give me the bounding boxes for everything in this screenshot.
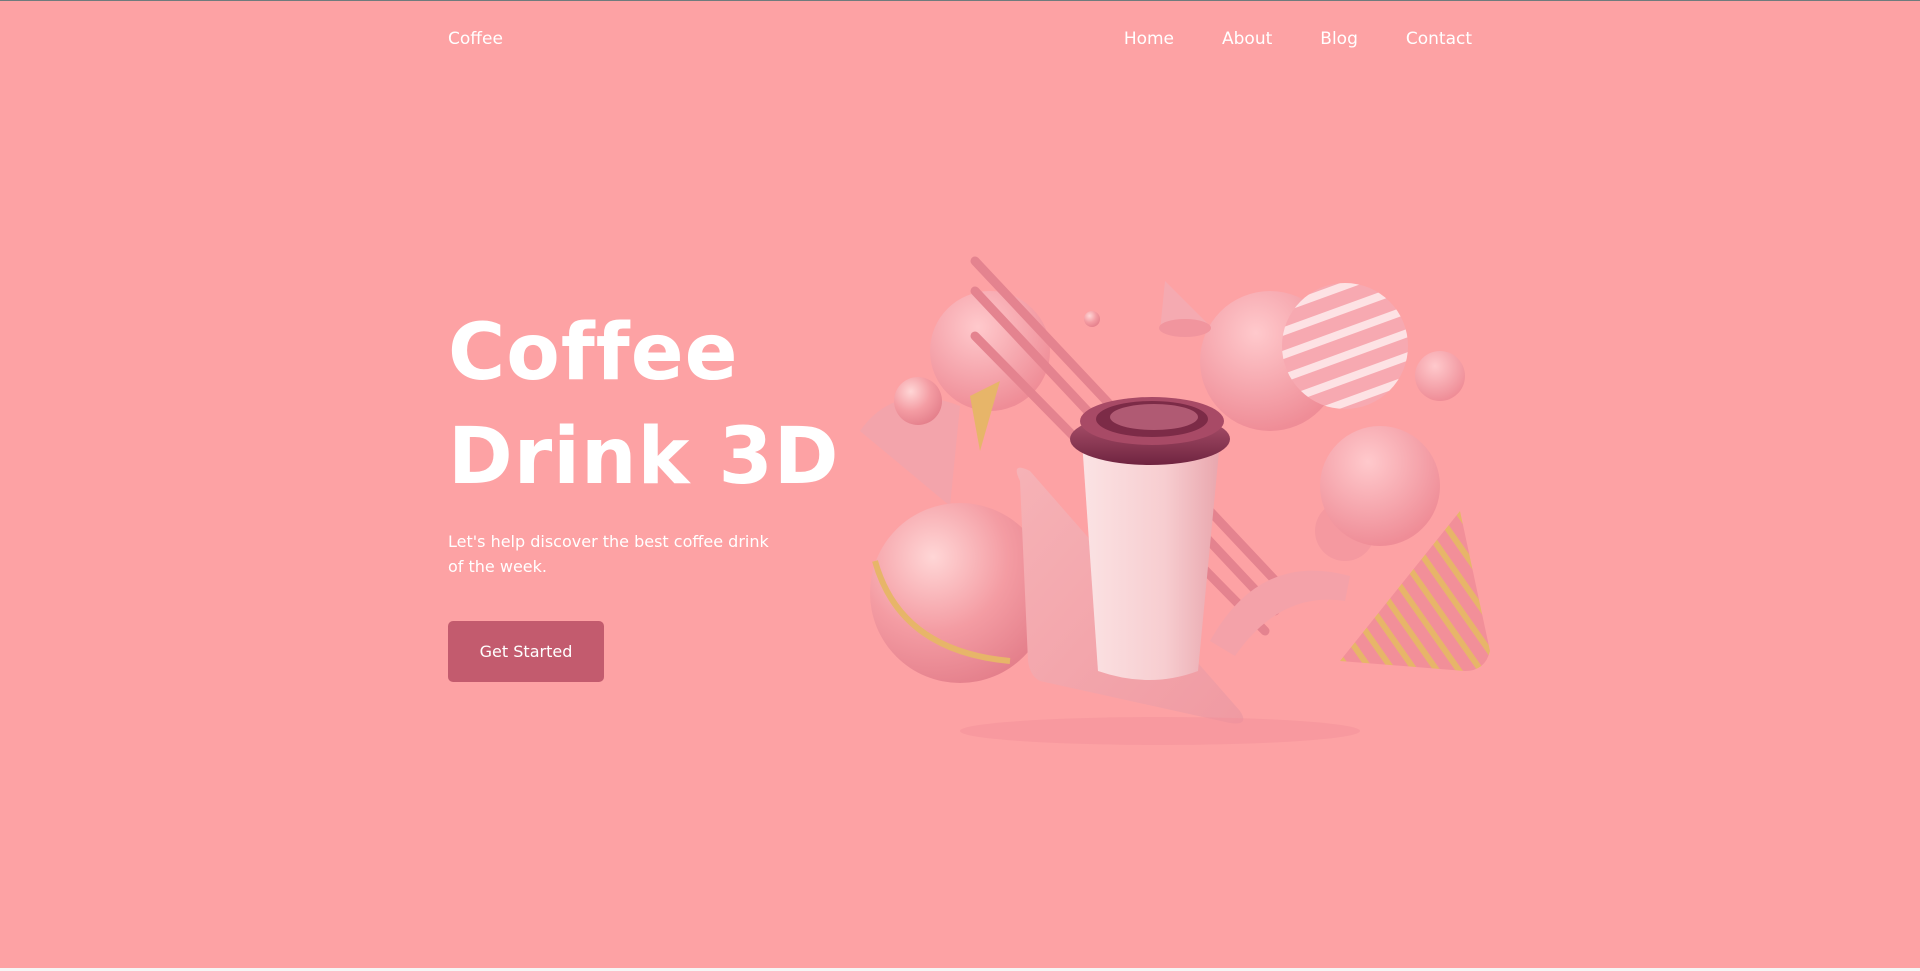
coffee-cup-illustration [860, 256, 1490, 745]
hero-title: Coffee Drink 3D [448, 301, 868, 509]
hero-title-line-2: Drink 3D [448, 412, 840, 502]
get-started-button[interactable]: Get Started [448, 621, 604, 682]
nav-link-home[interactable]: Home [1124, 29, 1174, 49]
nav-link-blog[interactable]: Blog [1320, 29, 1358, 49]
top-navigation: Coffee Home About Blog Contact [448, 25, 1472, 53]
hero-title-line-1: Coffee [448, 308, 739, 398]
logo-link[interactable]: Coffee [448, 29, 503, 49]
hero-subtitle: Let's help discover the best coffee drin… [448, 532, 769, 576]
landing-page: Coffee Home About Blog Contact Coffee Dr… [0, 0, 1920, 971]
hero-section: Coffee Drink 3D Let's help discover the … [448, 301, 868, 682]
nav-link-about[interactable]: About [1222, 29, 1272, 49]
nav-link-contact[interactable]: Contact [1406, 29, 1472, 49]
nav-links: Home About Blog Contact [1124, 29, 1472, 49]
